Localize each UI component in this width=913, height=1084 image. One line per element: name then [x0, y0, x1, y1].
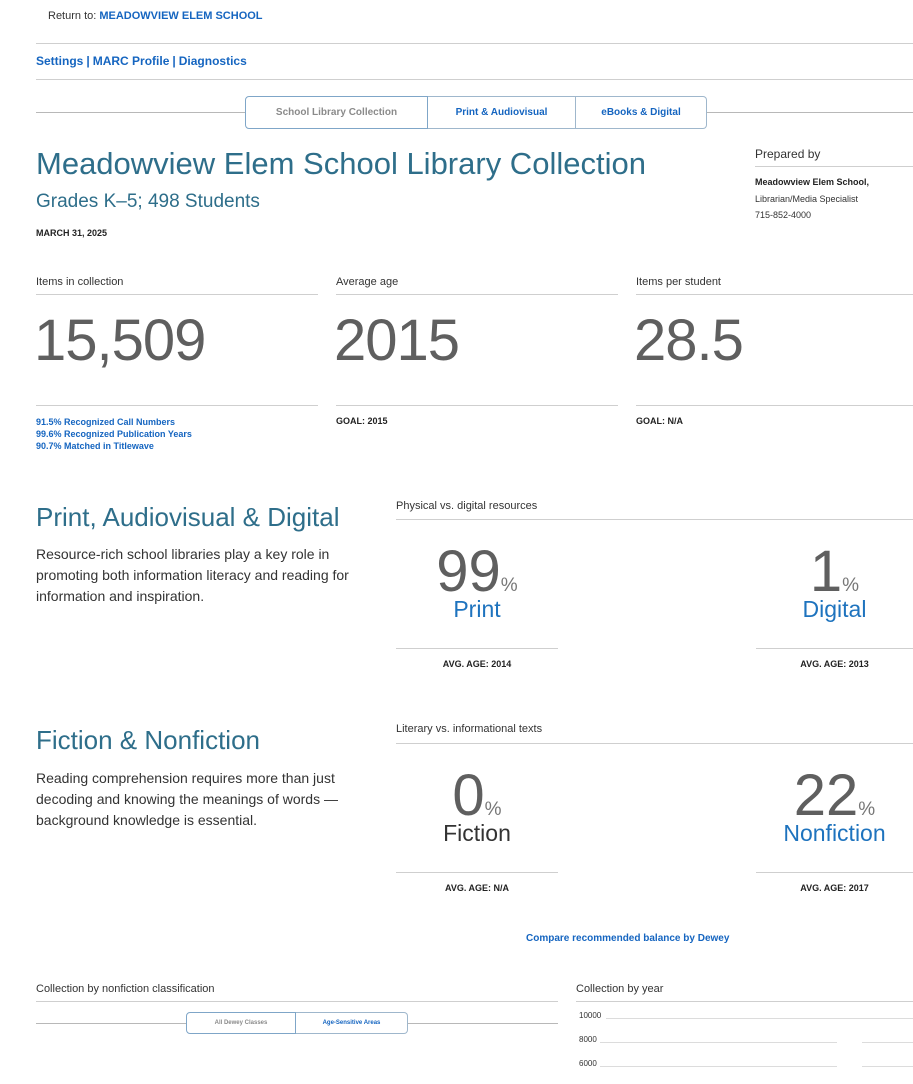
digital-panel: 1% Digital — [756, 543, 913, 623]
fiction-section-title: Fiction & Nonfiction — [36, 725, 260, 755]
year-axis-tick: 6000 — [579, 1059, 597, 1068]
gridline — [862, 1042, 913, 1043]
percent-sign: % — [858, 799, 876, 820]
return-school-link[interactable]: MEADOWVIEW ELEM SCHOOL — [99, 10, 262, 22]
fiction-label: Fiction — [443, 820, 511, 846]
print-panel: 99% Print — [396, 543, 558, 623]
page-title: Meadowview Elem School Library Collectio… — [36, 146, 646, 181]
divider — [576, 1001, 913, 1002]
divider — [396, 872, 558, 873]
nav-separator: | — [86, 54, 90, 68]
report-date: MARCH 31, 2025 — [36, 228, 108, 238]
digital-percent-value: 1 — [809, 539, 843, 604]
items-per-student-label: Items per student — [636, 276, 721, 288]
literary-vs-informational-label: Literary vs. informational texts — [396, 723, 543, 735]
fiction-percent: 0% — [396, 767, 558, 825]
nonfiction-panel: 22% Nonfiction — [756, 767, 913, 847]
recognition-stats: 91.5% Recognized Call Numbers 99.6% Reco… — [36, 416, 192, 452]
average-age-goal: GOAL: 2015 — [336, 416, 388, 426]
percent-sign: % — [842, 575, 860, 596]
digital-avg-age: AVG. AGE: 2013 — [800, 659, 869, 669]
tab-school-library-collection[interactable]: School Library Collection — [245, 96, 428, 129]
gridline — [600, 1066, 837, 1067]
divider — [336, 405, 618, 406]
nav-separator: | — [172, 54, 176, 68]
items-in-collection-value: 15,509 — [34, 308, 206, 373]
physical-vs-digital-label: Physical vs. digital resources — [396, 500, 538, 512]
divider — [396, 648, 558, 649]
divider — [756, 872, 913, 873]
settings-link[interactable]: Settings — [36, 54, 83, 68]
diagnostics-link[interactable]: Diagnostics — [179, 54, 247, 68]
items-in-collection-label: Items in collection — [36, 276, 124, 288]
items-per-student-goal: GOAL: N/A — [636, 416, 683, 426]
prepared-by-phone: 715-852-4000 — [755, 210, 812, 220]
top-nav: Settings | MARC Profile | Diagnostics — [36, 54, 247, 68]
dewey-tab-rule-left — [36, 1023, 186, 1024]
gridline — [606, 1018, 913, 1019]
divider — [636, 405, 913, 406]
percent-sign: % — [484, 799, 502, 820]
tab-print-audiovisual[interactable]: Print & Audiovisual — [428, 96, 576, 129]
year-axis-tick: 10000 — [579, 1011, 602, 1020]
collection-tabs: School Library Collection Print & Audiov… — [245, 96, 707, 129]
recognized-call-numbers[interactable]: 91.5% Recognized Call Numbers — [36, 416, 192, 428]
divider — [636, 294, 913, 295]
print-section-body: Resource-rich school libraries play a ke… — [36, 546, 349, 604]
return-prefix: Return to: — [48, 10, 100, 22]
tab-age-sensitive-areas[interactable]: Age-Sensitive Areas — [296, 1012, 408, 1034]
tab-rule-left — [36, 112, 245, 113]
divider — [36, 79, 913, 80]
divider — [336, 294, 618, 295]
prepared-by-label: Prepared by — [755, 147, 821, 161]
nonfiction-avg-age: AVG. AGE: 2017 — [800, 883, 869, 893]
print-label: Print — [453, 596, 501, 622]
print-avg-age: AVG. AGE: 2014 — [442, 659, 512, 669]
dewey-tabs: All Dewey Classes Age-Sensitive Areas — [186, 1012, 408, 1034]
digital-label: Digital — [802, 596, 867, 622]
gridline — [600, 1042, 837, 1043]
tab-rule-right — [706, 112, 913, 113]
year-axis-tick: 8000 — [579, 1035, 597, 1044]
divider — [36, 294, 318, 295]
nonfiction-percent: 22% — [756, 767, 913, 825]
divider — [396, 743, 913, 744]
percent-sign: % — [500, 575, 518, 596]
print-percent: 99% — [396, 543, 558, 601]
prepared-by-name: Meadowview Elem School, — [755, 177, 870, 187]
recognized-publication-years[interactable]: 99.6% Recognized Publication Years — [36, 428, 192, 440]
prepared-by-role: Librarian/Media Specialist — [755, 194, 859, 204]
items-per-student-value: 28.5 — [634, 308, 744, 373]
compare-dewey-balance-link[interactable]: Compare recommended balance by Dewey — [526, 933, 729, 944]
nonfiction-classification-label: Collection by nonfiction classification — [36, 983, 215, 995]
page-subtitle: Grades K–5; 498 Students — [36, 191, 260, 212]
tab-ebooks-digital[interactable]: eBooks & Digital — [576, 96, 707, 129]
fiction-section-body: Reading comprehension requires more than… — [36, 770, 338, 828]
divider — [756, 648, 913, 649]
average-age-label: Average age — [336, 276, 399, 288]
digital-percent: 1% — [756, 543, 913, 601]
nonfiction-label: Nonfiction — [783, 820, 886, 846]
print-percent-value: 99 — [436, 539, 501, 604]
matched-in-titlewave[interactable]: 90.7% Matched in Titlewave — [36, 440, 192, 452]
collection-by-year-label: Collection by year — [576, 983, 664, 995]
divider — [755, 166, 913, 167]
dewey-tab-rule-right — [408, 1023, 558, 1024]
fiction-panel: 0% Fiction — [396, 767, 558, 847]
print-section-title: Print, Audiovisual & Digital — [36, 502, 340, 532]
tab-all-dewey-classes[interactable]: All Dewey Classes — [186, 1012, 296, 1034]
divider — [396, 519, 913, 520]
return-bar: Return to: MEADOWVIEW ELEM SCHOOL — [48, 10, 263, 22]
fiction-percent-value: 0 — [452, 763, 485, 828]
divider — [36, 1001, 558, 1002]
marc-profile-link[interactable]: MARC Profile — [93, 54, 170, 68]
nonfiction-percent-value: 22 — [793, 763, 859, 828]
divider — [36, 405, 318, 406]
divider — [36, 43, 913, 44]
gridline — [862, 1066, 913, 1067]
fiction-avg-age: AVG. AGE: N/A — [444, 883, 509, 893]
average-age-value: 2015 — [334, 308, 460, 373]
